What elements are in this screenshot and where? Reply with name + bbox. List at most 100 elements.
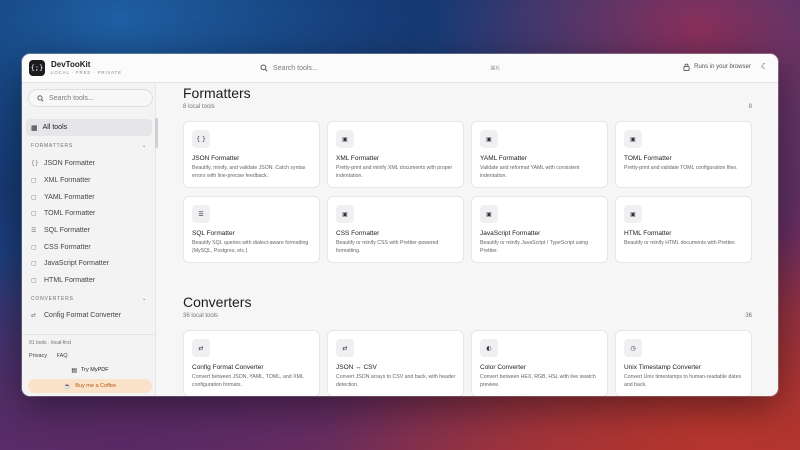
moon-icon[interactable]: ☾ [761, 62, 768, 71]
sidebar-section-formatters[interactable]: FORMATTERS ⌄ [31, 143, 147, 149]
card-description: Convert JSON arrays to CSV and back, wit… [336, 374, 456, 388]
search-icon [260, 64, 268, 72]
section-count: 8 [748, 104, 752, 110]
card-title: YAML Formatter [480, 155, 527, 162]
brand[interactable]: {;} DevTooKit LOCAL · FREE · PRIVATE [22, 60, 252, 76]
sidebar-item-config-format-converter[interactable]: ⇄ Config Format Converter [31, 309, 121, 321]
try-mypdf-label: Try MyPDF [81, 367, 109, 373]
app-name: DevTooKit [51, 59, 91, 69]
buy-coffee-button[interactable]: ☕ Buy me a Coffee [28, 379, 152, 393]
card-description: Beautify, minify, and validate JSON. Cat… [192, 165, 306, 179]
sidebar-item-javascript-formatter[interactable]: ▢ JavaScript Formatter [31, 257, 109, 269]
privacy-link[interactable]: Privacy [29, 353, 47, 359]
tool-card-json-csv[interactable]: ⇄ JSON ↔ CSV Convert JSON arrays to CSV … [327, 330, 464, 396]
sidebar-item-label: CSS Formatter [44, 243, 91, 251]
search-shortcut: ⌘K [489, 65, 500, 72]
swap-icon: ⇄ [31, 311, 37, 319]
card-description: Convert between JSON, YAML, TOML, and XM… [192, 374, 304, 388]
file-code-icon: ▣ [480, 130, 498, 148]
sidebar-item-json-formatter[interactable]: {} JSON Formatter [31, 157, 95, 169]
file-code-icon: ▣ [480, 205, 498, 223]
global-search-input[interactable]: Search tools... ⌘K [260, 61, 500, 75]
card-title: Color Converter [480, 364, 526, 371]
section-subtitle: 8 local tools [183, 104, 215, 110]
card-title: HTML Formatter [624, 230, 672, 237]
sidebar-item-label: Config Format Converter [44, 311, 122, 319]
file-code-icon: ▢ [31, 276, 37, 284]
card-title: JSON ↔ CSV [336, 364, 377, 371]
sidebar-item-label: SQL Formatter [44, 226, 91, 234]
file-code-icon: ▣ [624, 130, 642, 148]
swap-icon: ⇄ [192, 339, 210, 357]
card-title: Config Format Converter [192, 364, 264, 371]
sidebar-item-yaml-formatter[interactable]: ▢ YAML Formatter [31, 191, 95, 203]
database-icon: ☰ [192, 205, 210, 223]
tool-card-config-format-converter[interactable]: ⇄ Config Format Converter Convert betwee… [183, 330, 320, 396]
sidebar-footer: 91 tools · local-first Privacy FAQ ▤ Try… [22, 334, 155, 396]
main-content: Formatters 8 local tools 8 { } JSON Form… [157, 83, 778, 396]
sidebar-item-css-formatter[interactable]: ▢ CSS Formatter [31, 241, 91, 253]
file-code-icon: ▣ [624, 205, 642, 223]
card-title: TOML Formatter [624, 155, 672, 162]
file-code-icon: ▣ [336, 205, 354, 223]
tool-card-unix-timestamp-converter[interactable]: ◷ Unix Timestamp Converter Convert Unix … [615, 330, 752, 396]
app-logo: {;} [29, 60, 45, 76]
tool-card-html-formatter[interactable]: ▣ HTML Formatter Beautify or minify HTML… [615, 196, 752, 263]
tool-card-color-converter[interactable]: ◐ Color Converter Convert between HEX, R… [471, 330, 608, 396]
section-title-converters: Converters [183, 294, 252, 310]
section-count: 36 [745, 313, 752, 319]
card-title: SQL Formatter [192, 230, 235, 237]
clock-icon: ◷ [624, 339, 642, 357]
grid-icon: ▦ [31, 124, 38, 132]
tool-card-toml-formatter[interactable]: ▣ TOML Formatter Pretty-print and valida… [615, 121, 752, 188]
file-code-icon: ▣ [336, 130, 354, 148]
coffee-icon: ☕ [63, 383, 72, 390]
sidebar-search-placeholder: Search tools... [49, 94, 94, 102]
sidebar-item-sql-formatter[interactable]: ☰ SQL Formatter [31, 224, 90, 236]
card-description: Beautify or minify CSS with Prettier-pow… [336, 240, 439, 254]
top-bar: {;} DevTooKit LOCAL · FREE · PRIVATE Sea… [22, 54, 778, 83]
sidebar-item-xml-formatter[interactable]: ▢ XML Formatter [31, 174, 90, 186]
tool-card-xml-formatter[interactable]: ▣ XML Formatter Pretty-print and minify … [327, 121, 464, 188]
app-window: {;} DevTooKit LOCAL · FREE · PRIVATE Sea… [22, 54, 778, 396]
tool-card-javascript-formatter[interactable]: ▣ JavaScript Formatter Beautify or minif… [471, 196, 608, 263]
app-tagline: LOCAL · FREE · PRIVATE [51, 69, 122, 75]
card-description: Pretty-print and validate TOML configura… [624, 165, 738, 171]
tools-count-label: 91 tools · local-first [29, 340, 71, 346]
search-placeholder: Search tools... [273, 64, 318, 72]
palette-icon: ◐ [480, 339, 498, 357]
sidebar-item-toml-formatter[interactable]: ▢ TOML Formatter [31, 207, 95, 219]
faq-link[interactable]: FAQ [57, 353, 68, 359]
try-mypdf-button[interactable]: ▤ Try MyPDF [28, 364, 152, 376]
tool-card-yaml-formatter[interactable]: ▣ YAML Formatter Validate and reformat Y… [471, 121, 608, 188]
card-description: Validate and reformat YAML with consiste… [480, 165, 580, 179]
tool-card-json-formatter[interactable]: { } JSON Formatter Beautify, minify, and… [183, 121, 320, 188]
sidebar-section-converters[interactable]: CONVERTERS ⌄ [31, 296, 147, 302]
sidebar-item-label: All tools [42, 124, 68, 131]
lock-icon [683, 63, 690, 71]
sidebar-search-input[interactable]: Search tools... [28, 89, 153, 107]
sidebar-item-all-tools[interactable]: ▦ All tools [26, 119, 152, 136]
file-code-icon: ▢ [31, 259, 37, 267]
file-code-icon: ▢ [31, 209, 37, 217]
sidebar-item-html-formatter[interactable]: ▢ HTML Formatter [31, 274, 95, 286]
sidebar-item-label: HTML Formatter [44, 276, 96, 284]
file-code-icon: ▢ [31, 176, 37, 184]
file-code-icon: ▢ [31, 243, 37, 251]
runs-in-browser-label: Runs in your browser [694, 63, 751, 70]
tool-card-sql-formatter[interactable]: ☰ SQL Formatter Beautify SQL queries wit… [183, 196, 320, 263]
file-code-icon: ▢ [31, 193, 37, 201]
card-title: CSS Formatter [336, 230, 380, 237]
chevron-down-icon: ⌄ [142, 143, 147, 149]
card-description: Beautify or minify JavaScript / TypeScri… [480, 240, 589, 254]
section-subtitle: 36 local tools [183, 313, 219, 319]
tool-card-css-formatter[interactable]: ▣ CSS Formatter Beautify or minify CSS w… [327, 196, 464, 263]
pdf-icon: ▤ [71, 367, 78, 374]
sidebar-item-label: JSON Formatter [44, 159, 95, 167]
sidebar-item-label: YAML Formatter [44, 193, 95, 201]
buy-coffee-label: Buy me a Coffee [75, 383, 117, 389]
braces-icon: {} [31, 159, 39, 167]
search-icon [37, 94, 44, 102]
card-description: Beautify SQL queries with dialect-aware … [192, 240, 309, 254]
card-title: XML Formatter [336, 155, 380, 162]
